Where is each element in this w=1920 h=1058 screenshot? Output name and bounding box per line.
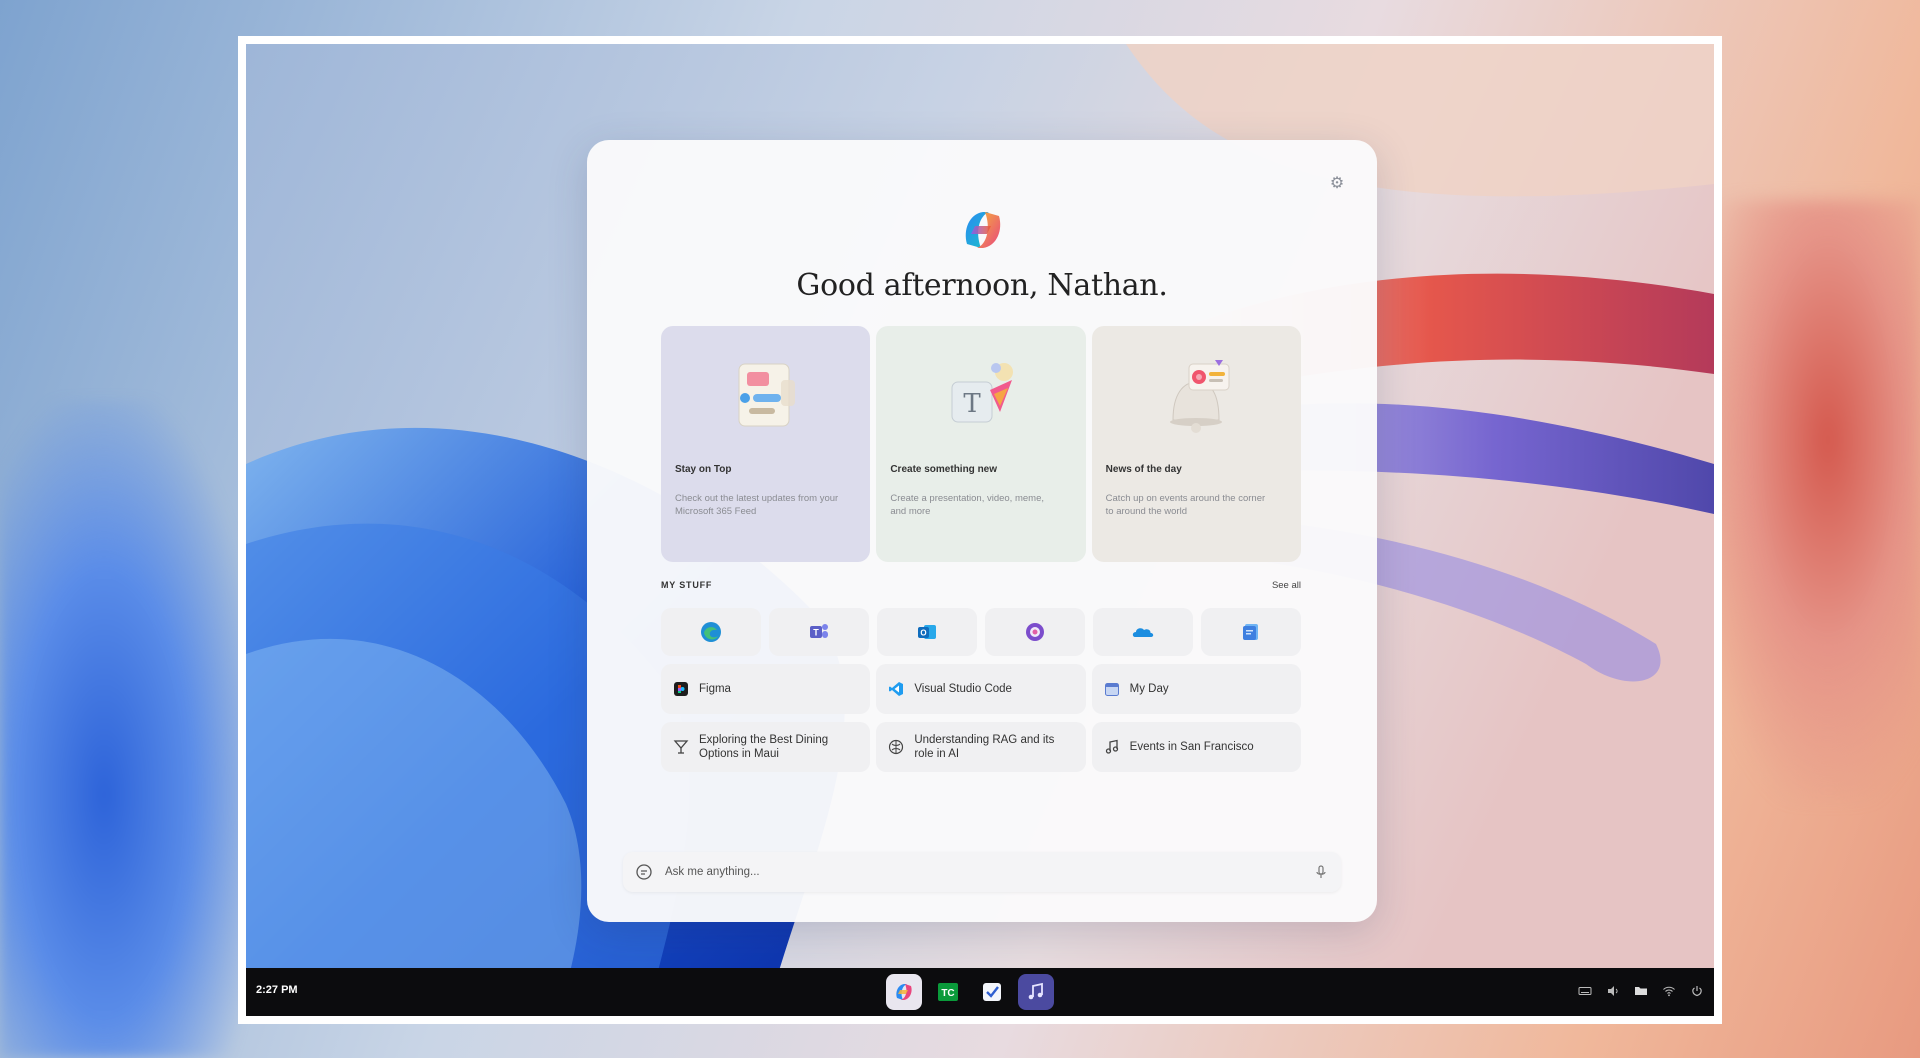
vscode-icon xyxy=(888,681,904,697)
copilot-window: ⚙ Good afternoon, Nathan. Stay on Top Ch… xyxy=(587,140,1377,922)
teams-icon: T xyxy=(810,624,828,638)
onedrive-icon xyxy=(1132,628,1154,637)
greeting-heading: Good afternoon, Nathan. xyxy=(796,268,1168,303)
list-item-dining-maui[interactable]: Exploring the Best Dining Options in Mau… xyxy=(661,722,871,772)
card-description: Catch up on events around the corner to … xyxy=(1105,493,1266,517)
my-stuff-header: MY STUFF See all xyxy=(661,580,1301,596)
card-description: Check out the latest updates from your M… xyxy=(675,493,839,517)
app-tile-outlook[interactable]: O xyxy=(877,608,977,656)
cocktail-icon xyxy=(673,739,689,755)
taskbar-music[interactable] xyxy=(1018,974,1054,1010)
copilot-pages-icon xyxy=(1243,624,1258,640)
outlook-icon: O xyxy=(918,625,936,639)
list-item-my-day[interactable]: My Day xyxy=(1091,664,1301,714)
background-blur-left xyxy=(0,400,260,1058)
volume-icon[interactable] xyxy=(1606,984,1620,998)
microphone-icon[interactable] xyxy=(1313,864,1329,880)
list-item-label: Figma xyxy=(699,683,731,695)
calendar-icon xyxy=(1104,681,1120,697)
background-blur-right xyxy=(1690,200,1920,800)
my-stuff-items: Figma Visual Studio Code My Day Explorin… xyxy=(661,664,1301,772)
app-tile-loop[interactable] xyxy=(985,608,1085,656)
card-description: Create a presentation, video, meme, and … xyxy=(890,493,1044,517)
list-item-rag-ai[interactable]: Understanding RAG and its role in AI xyxy=(876,722,1086,772)
taskbar-copilot[interactable] xyxy=(886,974,922,1010)
card-news-of-the-day[interactable]: News of the day Catch up on events aroun… xyxy=(1091,326,1301,562)
brain-icon xyxy=(888,739,904,755)
folder-icon[interactable] xyxy=(1634,984,1648,998)
todo-icon xyxy=(983,983,1001,1001)
my-stuff-label: MY STUFF xyxy=(661,580,713,590)
card-stay-on-top[interactable]: Stay on Top Check out the latest updates… xyxy=(661,326,871,562)
list-item-events-sf[interactable]: Events in San Francisco xyxy=(1091,722,1301,772)
taskbar-clock: 2:27 PM xyxy=(256,984,298,996)
svg-text:TC: TC xyxy=(941,988,954,999)
taskbar: 2:27 PM TC xyxy=(246,968,1714,1016)
app-tile-teams[interactable]: T xyxy=(769,608,869,656)
taskbar-techcrunch[interactable]: TC xyxy=(930,974,966,1010)
edge-icon xyxy=(701,622,721,642)
list-item-figma[interactable]: Figma xyxy=(661,664,871,714)
system-tray xyxy=(1578,984,1704,998)
ask-input[interactable] xyxy=(665,866,1313,878)
list-item-vscode[interactable]: Visual Studio Code xyxy=(876,664,1086,714)
card-create-something-new[interactable]: T Create something new Create a presenta… xyxy=(876,326,1086,562)
app-tile-edge[interactable] xyxy=(661,608,761,656)
app-tile-copilot-pages[interactable] xyxy=(1201,608,1301,656)
copilot-logo-icon xyxy=(957,204,1009,256)
list-item-label: Understanding RAG and its role in AI xyxy=(914,734,1055,760)
my-stuff-apps: T O xyxy=(661,608,1301,656)
card-title: Stay on Top xyxy=(675,464,732,475)
list-item-label: My Day xyxy=(1129,683,1169,695)
desktop-frame: ⚙ Good afternoon, Nathan. Stay on Top Ch… xyxy=(238,36,1722,1024)
svg-text:T: T xyxy=(963,389,981,419)
settings-gear-icon[interactable]: ⚙ xyxy=(1327,174,1347,194)
see-all-link[interactable]: See all xyxy=(1272,580,1301,591)
music-note-icon xyxy=(1104,739,1120,755)
taskbar-apps: TC xyxy=(886,974,1054,1010)
chat-bubble-icon xyxy=(635,863,653,881)
svg-text:O: O xyxy=(920,629,926,638)
wifi-icon[interactable] xyxy=(1662,984,1676,998)
suggestion-cards: Stay on Top Check out the latest updates… xyxy=(661,326,1301,562)
taskbar-todo[interactable] xyxy=(974,974,1010,1010)
power-icon[interactable] xyxy=(1690,984,1704,998)
app-tile-onedrive[interactable] xyxy=(1093,608,1193,656)
svg-text:T: T xyxy=(813,628,819,638)
figma-icon xyxy=(673,681,689,697)
ask-bar xyxy=(623,852,1341,892)
feed-illustration-icon xyxy=(721,350,811,440)
list-item-label: Events in San Francisco xyxy=(1129,741,1254,753)
news-bell-illustration-icon xyxy=(1151,350,1241,440)
loop-icon xyxy=(1026,623,1044,641)
copilot-icon xyxy=(896,984,912,1000)
keyboard-icon[interactable] xyxy=(1578,984,1592,998)
music-app-icon xyxy=(1028,982,1043,1000)
list-item-label: Exploring the Best Dining Options in Mau… xyxy=(699,734,829,760)
card-title: News of the day xyxy=(1105,464,1182,475)
create-illustration-icon: T xyxy=(936,350,1026,440)
techcrunch-icon: TC xyxy=(938,983,958,1001)
list-item-label: Visual Studio Code xyxy=(914,683,1012,695)
card-title: Create something new xyxy=(890,464,998,475)
